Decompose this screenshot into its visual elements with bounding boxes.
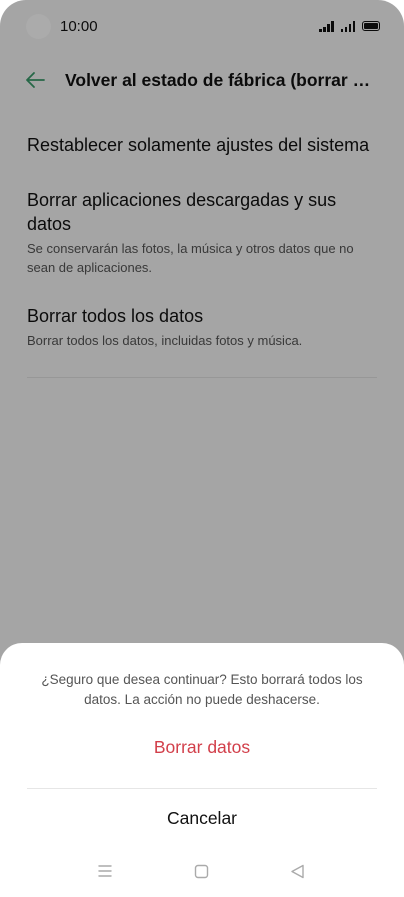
phone-screen: 10:00 Volver al estado de fábrica (borra… [0, 0, 404, 897]
cancel-button[interactable]: Cancelar [0, 808, 404, 829]
confirmation-sheet: ¿Seguro que desea continuar? Esto borrar… [0, 643, 404, 897]
menu-icon[interactable] [97, 864, 113, 878]
navigation-bar [0, 859, 404, 885]
erase-data-button[interactable]: Borrar datos [0, 737, 404, 758]
dialog-message: ¿Seguro que desea continuar? Esto borrar… [41, 672, 363, 707]
home-icon[interactable] [194, 864, 209, 879]
dialog-divider [27, 788, 377, 789]
back-triangle-icon[interactable] [290, 864, 305, 879]
